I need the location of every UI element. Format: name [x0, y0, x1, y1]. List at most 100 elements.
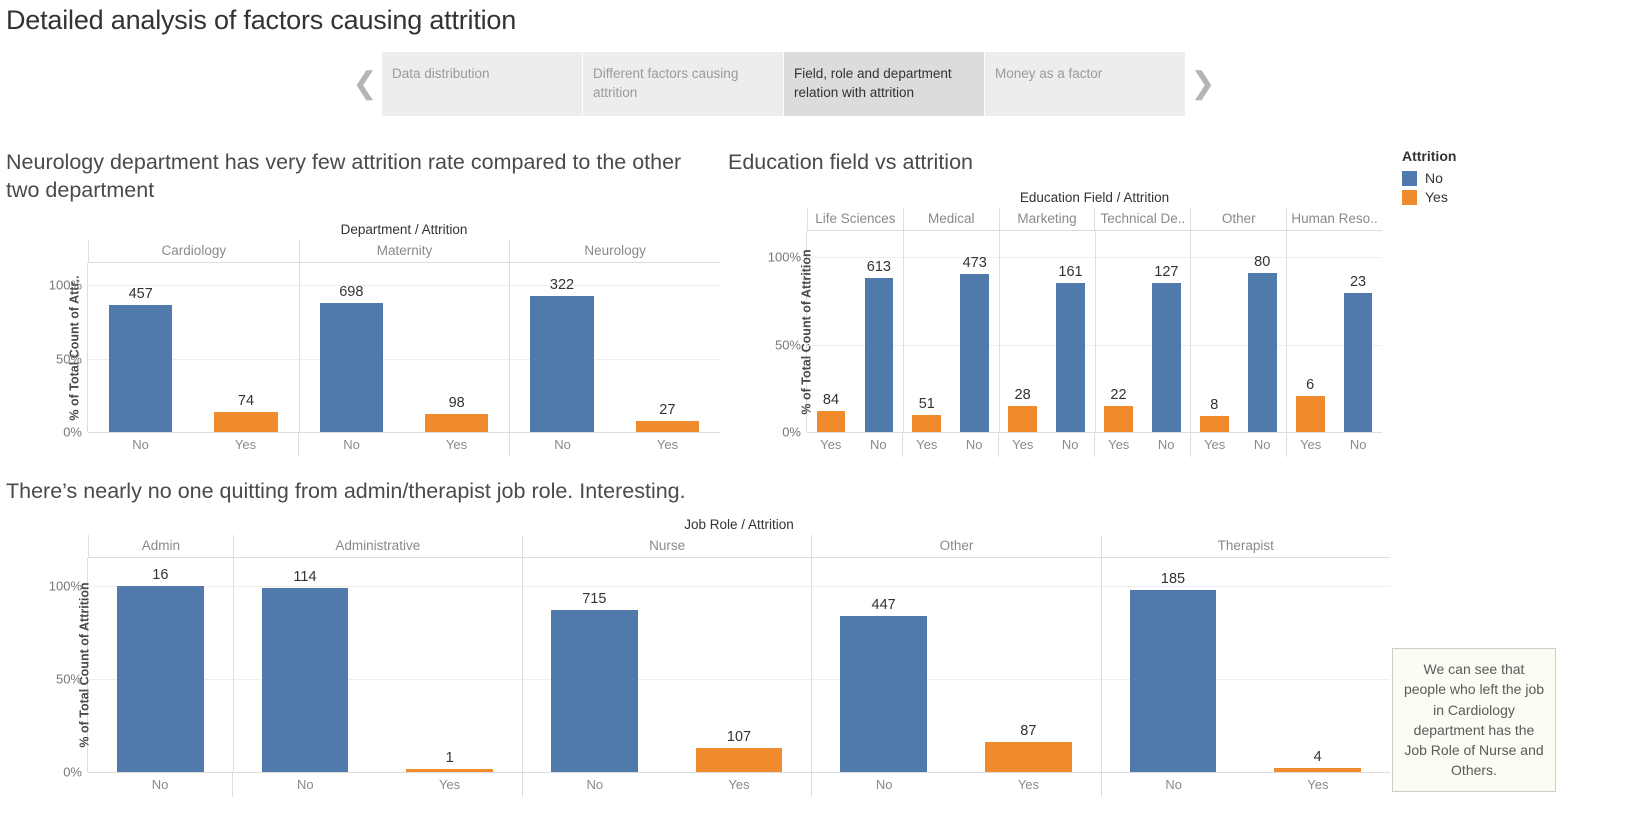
x-axis-label[interactable]: Yes [1246, 773, 1390, 797]
x-axis-label[interactable]: Yes [1191, 433, 1239, 457]
group-header-neurology[interactable]: Neurology [509, 240, 720, 262]
legend-item-no[interactable]: No [1402, 170, 1456, 186]
chevron-right-icon[interactable]: ❯ [1186, 52, 1220, 116]
bar[interactable] [960, 274, 990, 432]
group-header-other[interactable]: Other [811, 535, 1100, 557]
chart-header-title: Department / Attrition [340, 222, 468, 237]
bar[interactable] [1008, 406, 1037, 432]
x-axis-label[interactable]: No [1102, 773, 1246, 797]
legend-item-yes[interactable]: Yes [1402, 189, 1456, 205]
group-header-maternity[interactable]: Maternity [298, 240, 510, 262]
tab-data-distribution[interactable]: Data distribution [382, 52, 582, 116]
tab-money-as-a-factor[interactable]: Money as a factor [985, 52, 1185, 116]
bar[interactable] [1056, 283, 1085, 432]
chart-plot-row: % of Total Count of Attr.. 0% 50% 100% 457 74… [0, 263, 720, 440]
chart-department-attrition: Department / Attrition Cardiology Maternit… [0, 220, 720, 457]
bar[interactable] [864, 278, 894, 432]
x-axis-label[interactable]: Yes [667, 773, 811, 797]
bar[interactable] [116, 585, 204, 772]
attrition-legend: Attrition No Yes [1402, 148, 1456, 208]
y-axis: % of Total Count of Attrition 0% 50% 100% [722, 231, 814, 440]
tab-different-factors-causing-attrition[interactable]: Different factors causing attrition [583, 52, 783, 116]
bar[interactable] [261, 587, 349, 772]
group-header-other[interactable]: Other [1190, 208, 1286, 230]
bar[interactable] [1295, 395, 1325, 432]
bar[interactable] [1129, 589, 1217, 772]
y-axis-tick: 50% [55, 671, 82, 687]
chevron-left-icon[interactable]: ❮ [348, 52, 382, 116]
dashboard-tab-nav: ❮ Data distribution Different factors cau… [348, 52, 1220, 116]
y-axis-title: % of Total Count of Attr.. [67, 274, 82, 421]
x-axis-label[interactable]: Yes [377, 773, 521, 797]
page-title: Detailed analysis of factors causing att… [6, 5, 517, 35]
x-axis-label[interactable]: No [855, 433, 903, 457]
x-axis-label[interactable]: No [88, 773, 232, 797]
y-axis-tick: 0% [782, 424, 801, 440]
group-header-administrative[interactable]: Administrative [232, 535, 522, 557]
group-header-technical-de[interactable]: Technical De.. [1094, 208, 1190, 230]
bar-value-label: 322 [549, 277, 575, 294]
x-axis-label[interactable]: No [523, 773, 667, 797]
bar[interactable] [1152, 283, 1181, 432]
bar[interactable] [530, 296, 594, 432]
bar-value-label: 4 [1313, 749, 1322, 766]
bar[interactable] [425, 413, 489, 432]
x-axis-label[interactable]: Yes [807, 433, 855, 457]
group-header-nurse[interactable]: Nurse [521, 535, 811, 557]
bar-value-label: 161 [1058, 264, 1083, 281]
bar[interactable] [1199, 416, 1229, 432]
x-axis-label[interactable]: Yes [956, 773, 1100, 797]
x-axis-label[interactable]: Yes [404, 433, 509, 457]
x-axis-label[interactable]: No [88, 433, 193, 457]
tab-label: Different factors causing attrition [593, 66, 739, 101]
x-axis-label[interactable]: No [812, 773, 956, 797]
group-header-human-reso[interactable]: Human Reso.. [1286, 208, 1382, 230]
chart-group-header-row: Admin Administrative Nurse Other Therapist [88, 535, 1390, 558]
group-header-life-sciences[interactable]: Life Sciences [807, 208, 903, 230]
bar[interactable] [1247, 273, 1277, 432]
x-axis-label[interactable]: Yes [1095, 433, 1143, 457]
bar[interactable] [1343, 293, 1373, 432]
x-axis-label[interactable]: No [1142, 433, 1190, 457]
bar[interactable] [109, 305, 173, 432]
bar[interactable] [550, 610, 638, 772]
bar[interactable] [1274, 768, 1362, 772]
x-axis-label[interactable]: Yes [1287, 433, 1335, 457]
gridline [88, 358, 720, 360]
bar[interactable] [912, 415, 942, 432]
group-separator [232, 558, 234, 772]
x-axis-label[interactable]: No [233, 773, 377, 797]
bar[interactable] [1104, 406, 1133, 432]
bar[interactable] [695, 747, 783, 772]
x-axis-label[interactable]: No [510, 433, 615, 457]
group-header-medical[interactable]: Medical [902, 208, 999, 230]
chart-plot-row: % of Total Count of Attrition 0% 50% 100% 84… [722, 231, 1382, 440]
bar-value-label: 8 [1210, 397, 1219, 414]
x-axis-label[interactable]: Yes [903, 433, 951, 457]
x-axis-label[interactable]: Yes [999, 433, 1047, 457]
group-header-marketing[interactable]: Marketing [998, 208, 1095, 230]
x-axis-label[interactable]: No [950, 433, 998, 457]
x-axis-label[interactable]: No [1334, 433, 1382, 457]
x-axis-label[interactable]: No [299, 433, 404, 457]
tab-label: Data distribution [392, 66, 490, 81]
bar-value-label: 698 [339, 284, 364, 301]
bar[interactable] [406, 769, 494, 772]
tab-field-role-and-department-relation-with-attrition[interactable]: Field, role and department relation with… [784, 52, 984, 116]
bar[interactable] [214, 411, 278, 432]
group-header-cardiology[interactable]: Cardiology [88, 240, 299, 262]
x-axis-label[interactable]: Yes [193, 433, 298, 457]
bar[interactable] [319, 303, 383, 432]
bar[interactable] [840, 616, 928, 772]
group-header-therapist[interactable]: Therapist [1100, 535, 1390, 557]
bar[interactable] [635, 420, 699, 432]
x-axis-label[interactable]: No [1046, 433, 1094, 457]
tab-list: Data distribution Different factors causi… [382, 52, 1186, 116]
bar-value-label: 87 [1020, 722, 1037, 739]
group-header-admin[interactable]: Admin [88, 535, 233, 557]
x-axis-label[interactable]: Yes [615, 433, 720, 457]
bar[interactable] [984, 741, 1072, 772]
bar[interactable] [816, 411, 846, 432]
x-axis-label[interactable]: No [1238, 433, 1286, 457]
bar-value-label: 98 [448, 394, 465, 411]
